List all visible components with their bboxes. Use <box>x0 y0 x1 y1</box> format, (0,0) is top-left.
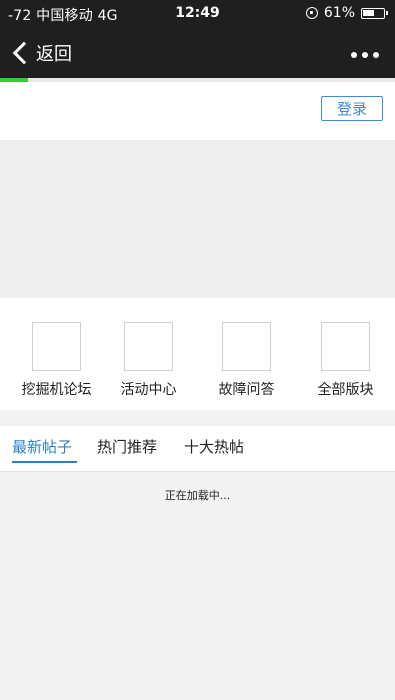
status-bar: -72 中国移动 4G 12:49 61% <box>0 0 395 28</box>
entry-label: 活动中心 <box>120 382 177 398</box>
all-sections-thumbnail <box>321 322 370 371</box>
active-tab-indicator <box>12 461 77 463</box>
tab-latest-posts[interactable]: 最新帖子 <box>12 436 72 457</box>
entry-excavator-forum[interactable]: 挖掘机论坛 <box>7 322 106 399</box>
quick-entries: 挖掘机论坛 活动中心 故障问答 全部版块 <box>0 298 395 410</box>
faq-thumbnail <box>222 322 271 371</box>
tab-top-ten[interactable]: 十大热帖 <box>184 436 244 457</box>
battery-fill <box>363 9 374 16</box>
divider <box>0 471 395 472</box>
back-label: 返回 <box>36 44 72 65</box>
more-button[interactable] <box>351 52 379 58</box>
header-area: 登录 <box>0 82 395 140</box>
rotation-lock-icon <box>305 7 318 19</box>
entry-label: 全部版块 <box>317 382 374 398</box>
post-tabs: 最新帖子 热门推荐 十大热帖 <box>0 426 395 472</box>
status-right: 61% <box>305 5 388 21</box>
entry-label: 故障问答 <box>218 382 275 398</box>
banner-placeholder <box>0 140 395 298</box>
more-dots-icon <box>362 52 368 58</box>
battery-icon <box>361 7 388 19</box>
login-button[interactable]: 登录 <box>321 96 383 121</box>
entry-activity-center[interactable]: 活动中心 <box>99 322 198 399</box>
activity-thumbnail <box>124 322 173 371</box>
more-dots-icon <box>373 52 379 58</box>
back-button[interactable]: 返回 <box>10 40 72 66</box>
more-dots-icon <box>351 52 357 58</box>
tab-hot-recommend[interactable]: 热门推荐 <box>97 436 157 457</box>
loading-text: 正在加载中... <box>164 489 231 502</box>
chevron-left-icon <box>12 41 36 65</box>
nav-bar: 返回 <box>0 28 395 78</box>
forum-thumbnail <box>32 322 81 371</box>
battery-percent: 61% <box>323 5 355 21</box>
entry-label: 挖掘机论坛 <box>21 382 92 398</box>
entry-fault-qa[interactable]: 故障问答 <box>197 322 296 399</box>
entry-all-sections[interactable]: 全部版块 <box>296 322 395 399</box>
